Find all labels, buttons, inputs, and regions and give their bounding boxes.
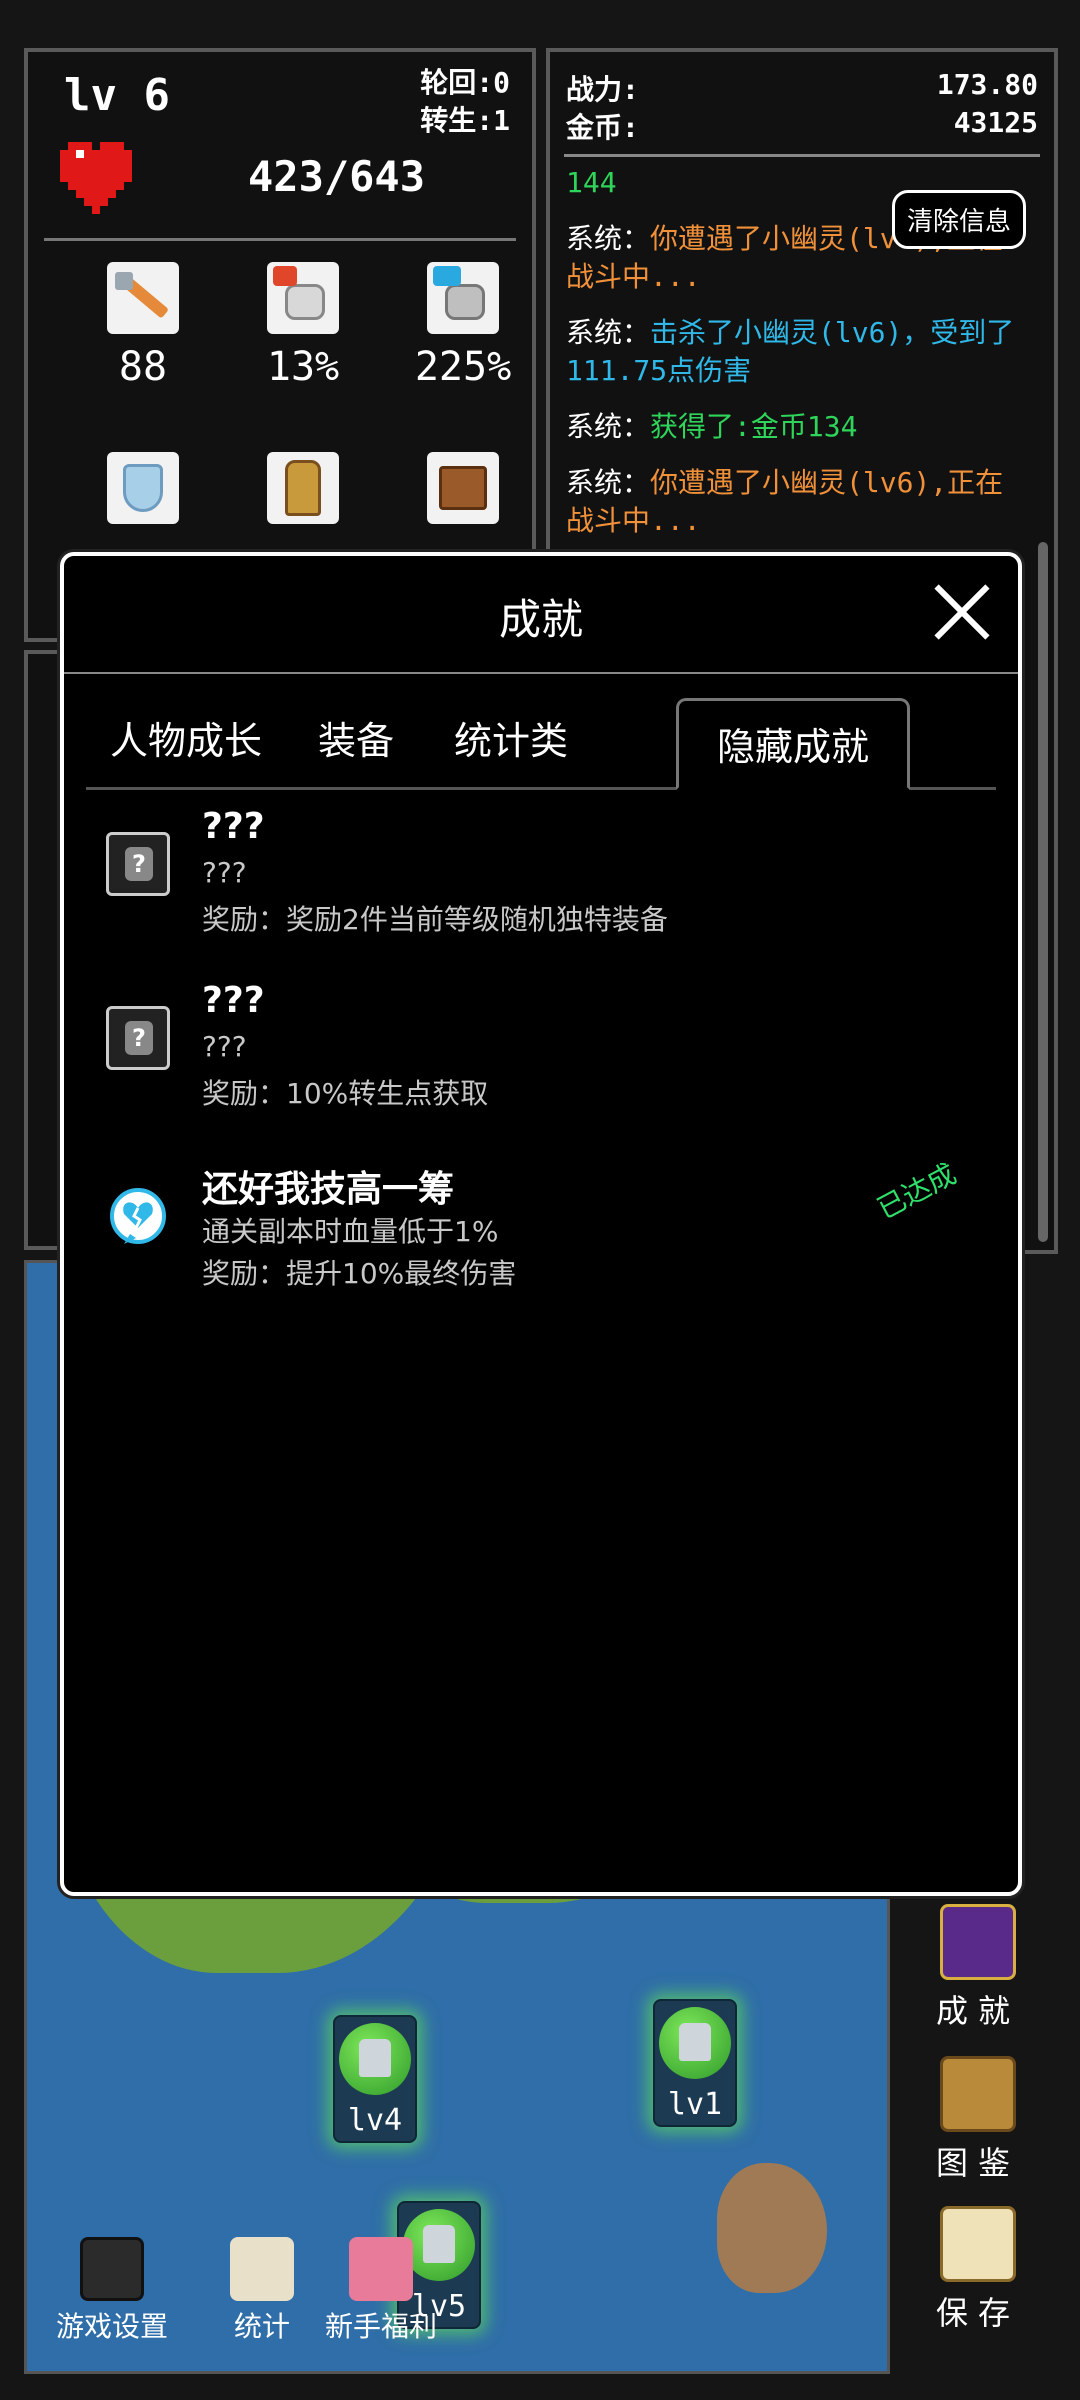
save-button[interactable]: 保存 <box>918 2206 1038 2334</box>
achievements-label: 成就 <box>935 1992 1020 2030</box>
rebirth-counters: 轮回:0 转生:1 <box>420 64 510 140</box>
achievement-desc: ??? <box>202 856 247 889</box>
scroll-icon <box>940 2206 1016 2282</box>
tab-bar: 人物成长 装备 统计类 隐藏成就 <box>86 694 996 790</box>
save-label: 保存 <box>935 2294 1020 2332</box>
stat-crit-rate[interactable]: 13% <box>228 262 378 390</box>
scroll-icon <box>659 2007 731 2079</box>
sword-icon <box>107 262 179 334</box>
player-level: lv 6 <box>64 70 170 121</box>
encyclopedia-button[interactable]: 图鉴 <box>918 2056 1038 2184</box>
stat-defense[interactable] <box>68 452 218 524</box>
broken-heart-bubble-icon <box>110 1188 166 1244</box>
game-settings-label: 游戏设置 <box>55 2310 168 2343</box>
node-level: lv1 <box>667 2087 723 2122</box>
achievement-desc: 通关副本时血量低于1% <box>202 1215 499 1248</box>
crit-rate-value: 13% <box>266 344 340 390</box>
lunhui-count: 轮回:0 <box>420 66 510 99</box>
locked-question-icon: ? <box>106 832 170 896</box>
game-settings-button[interactable]: 游戏设置 <box>37 2237 187 2345</box>
tab-hidden-achievements[interactable]: 隐藏成就 <box>676 698 910 790</box>
gold-value: 43125 <box>953 106 1038 139</box>
newbie-welfare-label: 新手福利 <box>324 2310 437 2343</box>
stat-statue[interactable] <box>228 452 378 524</box>
modal-title: 成就 <box>498 595 583 644</box>
spellbook-icon <box>427 452 499 524</box>
statistics-label: 统计 <box>233 2310 290 2343</box>
document-icon <box>230 2237 294 2301</box>
log-system-tag: 系统： <box>566 410 651 443</box>
achievement-desc: ??? <box>202 1030 247 1063</box>
power-label: 战力: <box>566 73 639 106</box>
side-panel <box>24 650 64 1250</box>
achievement-modal: 成就 人物成长 装备 统计类 隐藏成就 ? ??? ??? 奖励：奖励2件当前等… <box>60 552 1022 1896</box>
newbie-welfare-button[interactable]: 新手福利 <box>311 2237 451 2345</box>
node-level: lv4 <box>347 2103 403 2138</box>
map-node-lv4[interactable]: lv4 <box>333 2015 417 2143</box>
achievement-reward: 奖励：提升10%最终伤害 <box>202 1257 517 1290</box>
divider <box>564 154 1040 157</box>
log-line: 系统：你遭遇了小幽灵(lv6),正在战斗中... <box>566 464 1026 540</box>
tab-character-growth[interactable]: 人物成长 <box>86 695 286 787</box>
clear-log-button[interactable]: 清除信息 <box>892 190 1027 249</box>
stat-crit-damage[interactable]: 225% <box>388 262 538 390</box>
stat-attack[interactable]: 88 <box>68 262 218 390</box>
hp-value: 423/643 <box>248 152 426 201</box>
log-line: 系统：击杀了小幽灵(lv6)，受到了111.75点伤害 <box>566 314 1026 390</box>
achievement-name: ??? <box>202 806 265 847</box>
achievement-item[interactable]: ? ??? ??? 奖励：奖励2件当前等级随机独特装备 <box>106 806 988 946</box>
achievement-item[interactable]: 还好我技高一筹 通关副本时血量低于1% 奖励：提升10%最终伤害 已达成 <box>106 1157 988 1300</box>
tab-equipment[interactable]: 装备 <box>286 695 426 787</box>
divider <box>64 672 1018 674</box>
log-system-tag: 系统： <box>566 222 651 255</box>
achievement-name: 还好我技高一筹 <box>202 1169 455 1210</box>
log-scrollbar[interactable] <box>1038 542 1048 1242</box>
log-system-tag: 系统： <box>566 466 651 499</box>
zhuansheng-count: 转生:1 <box>420 104 510 137</box>
trophy-book-icon <box>940 1904 1016 1980</box>
gift-icon <box>349 2237 413 2301</box>
achievement-reward: 奖励：10%转生点获取 <box>202 1077 489 1110</box>
heart-icon <box>60 142 132 214</box>
close-icon[interactable] <box>932 582 992 642</box>
crit-fist-icon <box>267 262 339 334</box>
log-line: 系统：获得了:金币134 <box>566 408 1026 446</box>
achievement-item[interactable]: ? ??? ??? 奖励：10%转生点获取 <box>106 980 988 1120</box>
log-text: 获得了:金币134 <box>650 410 858 443</box>
statistics-button[interactable]: 统计 <box>207 2237 317 2345</box>
statue-icon <box>267 452 339 524</box>
log-system-tag: 系统： <box>566 316 651 349</box>
tab-statistics[interactable]: 统计类 <box>426 695 596 787</box>
locked-question-icon: ? <box>106 1006 170 1070</box>
encyclopedia-label: 图鉴 <box>935 2144 1020 2182</box>
shield-icon <box>107 452 179 524</box>
settings-box-icon <box>80 2237 144 2301</box>
achieved-status: 已达成 <box>871 1157 962 1226</box>
scroll-icon <box>339 2023 411 2095</box>
achievements-button[interactable]: 成就 <box>918 1904 1038 2032</box>
crit-damage-value: 225% <box>414 344 512 390</box>
gold-label: 金币: <box>566 111 639 144</box>
achievement-reward: 奖励：奖励2件当前等级随机独特装备 <box>202 903 668 936</box>
map-node-lv1[interactable]: lv1 <box>653 1999 737 2127</box>
power-value: 173.80 <box>936 68 1038 101</box>
stat-spellbook[interactable] <box>388 452 538 524</box>
crit-damage-icon <box>427 262 499 334</box>
divider <box>44 238 516 241</box>
book-icon <box>940 2056 1016 2132</box>
achievement-name: ??? <box>202 980 265 1021</box>
attack-value: 88 <box>118 344 168 390</box>
map-islet <box>717 2163 827 2293</box>
